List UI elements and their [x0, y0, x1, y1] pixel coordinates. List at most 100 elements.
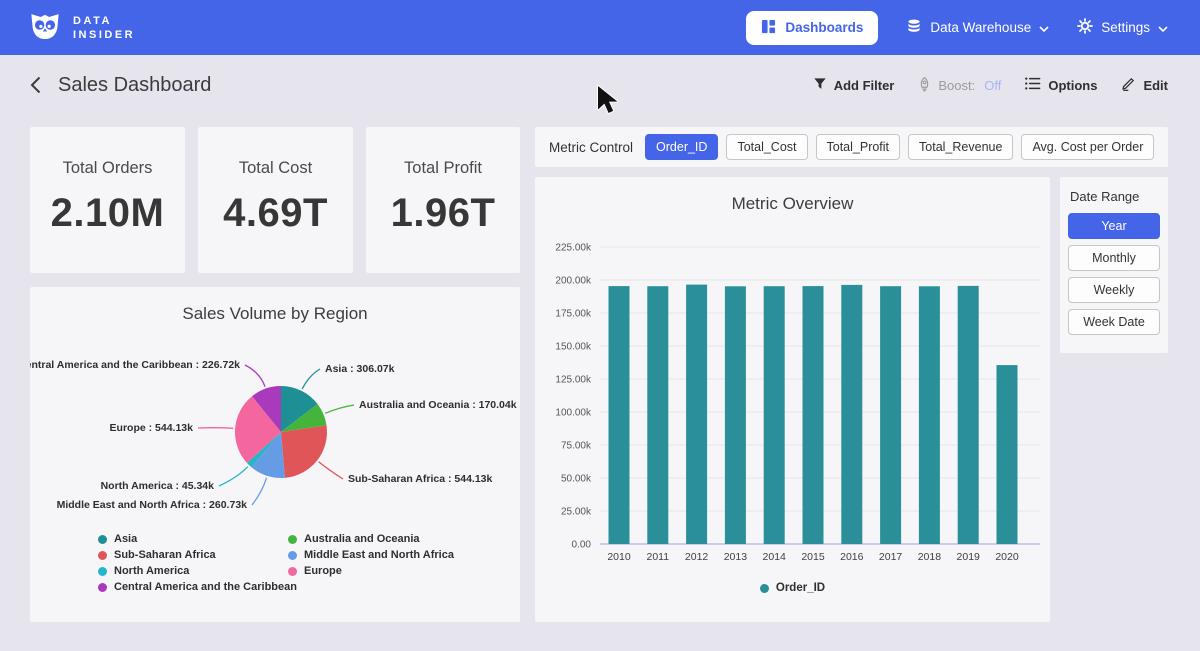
pie-legend: Asia Sub-Saharan Africa North AmericaCentr…	[98, 531, 478, 595]
bar-2018[interactable]	[919, 286, 940, 544]
bar-2015[interactable]	[803, 286, 824, 544]
add-filter-label: Add Filter	[834, 78, 895, 93]
y-tick-label: 125.00k	[555, 375, 592, 386]
x-tick-label: 2011	[647, 551, 670, 563]
legend-dot	[760, 584, 769, 593]
bar-2017[interactable]	[880, 286, 901, 544]
legend-item-order-id[interactable]: Order_ID	[760, 580, 825, 596]
metric-control-bar: Metric Control Order_IDTotal_CostTotal_P…	[535, 127, 1168, 167]
options-label: Options	[1048, 78, 1097, 93]
date-range-label: Date Range	[1070, 189, 1160, 204]
date-range-option-monthly[interactable]: Monthly	[1068, 245, 1160, 271]
kpi-value: 1.96T	[366, 191, 520, 236]
edit-label: Edit	[1143, 78, 1168, 93]
options-button[interactable]: Options	[1025, 77, 1097, 93]
y-tick-label: 75.00k	[561, 441, 592, 452]
legend-label: Middle East and North Africa	[304, 549, 454, 561]
legend-label: Europe	[304, 565, 342, 577]
owl-logo-icon	[28, 9, 62, 46]
legend-item-sub-saharan-africa[interactable]: Sub-Saharan Africa	[98, 547, 288, 563]
x-tick-label: 2019	[957, 551, 981, 563]
boost-indicator[interactable]: Boost:Off	[918, 76, 1001, 95]
x-tick-label: 2014	[763, 551, 787, 563]
legend-item-middle-east-and-north-africa[interactable]: Middle East and North Africa	[288, 547, 478, 563]
bar-chart-card: Metric Overview 225.00k200.00k175.00k150…	[535, 177, 1050, 622]
metric-option-order-id[interactable]: Order_ID	[645, 134, 718, 160]
y-tick-label: 25.00k	[561, 507, 592, 518]
pie-leader-line	[319, 462, 343, 479]
legend-item-asia[interactable]: Asia	[98, 531, 288, 547]
legend-dot	[288, 567, 297, 576]
x-tick-label: 2018	[918, 551, 942, 563]
bar-2011[interactable]	[647, 286, 668, 544]
nav-data-warehouse-label: Data Warehouse	[930, 20, 1031, 35]
kpi-label: Total Cost	[198, 159, 353, 178]
boost-label: Boost:	[938, 78, 975, 93]
y-tick-label: 175.00k	[555, 309, 592, 320]
metric-option-total-cost[interactable]: Total_Cost	[726, 134, 807, 160]
x-tick-label: 2013	[724, 551, 748, 563]
date-range-options: Year Monthly Weekly Week Date	[1068, 213, 1160, 335]
back-button[interactable]	[28, 74, 43, 96]
metric-control-options: Order_ID Total_Cost Total_Profit Total_Reve…	[645, 134, 1154, 160]
bar-2020[interactable]	[997, 365, 1018, 544]
bar-2013[interactable]	[725, 286, 746, 544]
filter-funnel-icon	[813, 77, 827, 94]
legend-item-central-america-and-the-caribbean[interactable]: Central America and the Caribbean	[98, 579, 288, 595]
add-filter-button[interactable]: Add Filter	[813, 77, 895, 94]
pie-leader-line	[302, 369, 320, 389]
pie-leader-line	[325, 405, 354, 413]
nav-settings-label: Settings	[1101, 20, 1150, 35]
legend-item-australia-and-oceania[interactable]: Australia and Oceania	[288, 531, 478, 547]
edit-button[interactable]: Edit	[1121, 76, 1168, 94]
bar-2010[interactable]	[609, 286, 630, 544]
sales-dashboard-page: DATA INSIDER Dashboards Data Warehouse	[0, 0, 1200, 651]
date-range-option-week-date[interactable]: Week Date	[1068, 309, 1160, 335]
x-tick-label: 2012	[685, 551, 709, 563]
legend-label: Sub-Saharan Africa	[114, 549, 216, 561]
kpi-card-total-orders: Total Orders 2.10M	[30, 127, 185, 273]
y-tick-label: 200.00k	[555, 276, 592, 287]
metric-option-total-profit[interactable]: Total_Profit	[816, 134, 901, 160]
metric-option-avg-cost-per-order[interactable]: Avg. Cost per Order	[1021, 134, 1154, 160]
bar-chart-legend: Order_ID	[535, 580, 1050, 596]
pie-label-north-america: North America : 45.34k	[101, 480, 215, 492]
boost-rocket-icon	[918, 76, 931, 95]
legend-dot	[98, 567, 107, 576]
x-tick-label: 2015	[801, 551, 825, 563]
bar-chart: 225.00k200.00k175.00k150.00k125.00k100.0…	[535, 177, 1050, 622]
pie-slice-sub-saharan-africa[interactable]	[281, 425, 327, 477]
pie-leader-line	[252, 478, 267, 505]
kpi-value: 2.10M	[30, 191, 185, 236]
bar-2014[interactable]	[764, 286, 785, 544]
metric-option-total-revenue[interactable]: Total_Revenue	[908, 134, 1013, 160]
pie-label-europe: Europe : 544.13k	[110, 422, 194, 434]
legend-dot	[98, 535, 107, 544]
pie-label-sub-saharan-africa: Sub-Saharan Africa : 544.13k	[348, 473, 492, 485]
x-tick-label: 2017	[879, 551, 903, 563]
bar-2016[interactable]	[841, 285, 862, 544]
legend-item-north-america[interactable]: North America	[98, 563, 288, 579]
y-tick-label: 225.00k	[555, 243, 592, 254]
legend-dot	[288, 551, 297, 560]
y-tick-label: 50.00k	[561, 474, 592, 485]
pie-label-central-america-and-the-caribbean: Central America and the Caribbean : 226.…	[30, 359, 240, 371]
legend-item-europe[interactable]: Europe	[288, 563, 478, 579]
pie-leader-line	[245, 365, 265, 387]
legend-dot	[288, 535, 297, 544]
y-tick-label: 100.00k	[555, 408, 592, 419]
bar-2019[interactable]	[958, 286, 979, 544]
nav-dashboards-button[interactable]: Dashboards	[746, 11, 878, 45]
pie-chart-card: Sales Volume by Region Asia : 306.07kAus…	[30, 287, 520, 622]
date-range-option-year[interactable]: Year	[1068, 213, 1160, 239]
kpi-value: 4.69T	[198, 191, 353, 236]
dashboard-header: Sales Dashboard Add Filter Boost:Off Opt…	[0, 55, 1200, 115]
nav-settings[interactable]: Settings	[1077, 18, 1168, 37]
nav-data-warehouse[interactable]: Data Warehouse	[906, 18, 1049, 38]
date-range-option-weekly[interactable]: Weekly	[1068, 277, 1160, 303]
bar-2012[interactable]	[686, 285, 707, 544]
chevron-down-icon	[1039, 20, 1049, 35]
dashboard-grid-icon	[761, 19, 776, 37]
legend-dot	[98, 551, 107, 560]
brand[interactable]: DATA INSIDER	[28, 9, 135, 46]
